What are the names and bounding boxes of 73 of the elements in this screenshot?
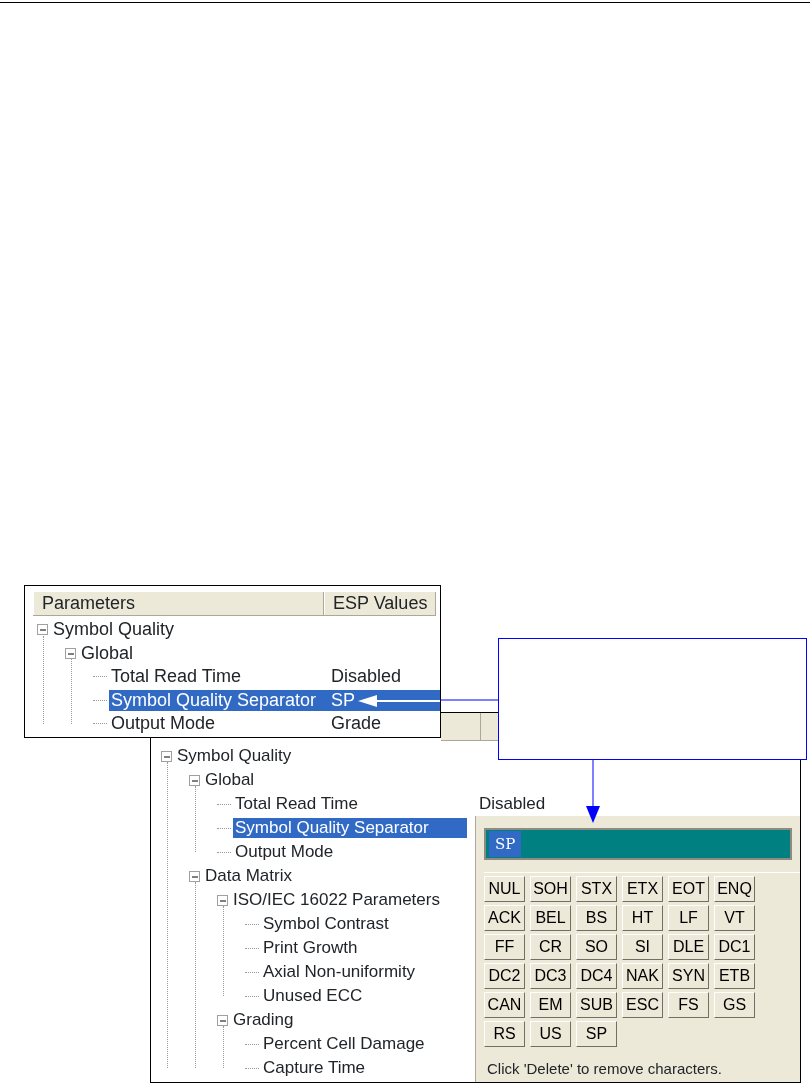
tree-item[interactable]: Unused ECC — [261, 986, 467, 1006]
tree-item[interactable]: Total Read Time Disabled — [233, 794, 800, 814]
tree-node-label[interactable]: Symbol Quality — [53, 619, 175, 641]
character-key[interactable]: RS — [484, 1021, 525, 1047]
collapse-icon[interactable] — [217, 1014, 228, 1026]
collapse-icon[interactable] — [189, 870, 200, 882]
collapse-icon[interactable] — [161, 750, 172, 762]
character-key[interactable]: SP — [576, 1021, 617, 1047]
character-key[interactable]: CAN — [484, 992, 525, 1018]
tree-node-label[interactable]: Symbol Quality — [177, 746, 292, 766]
tree-node-label[interactable]: ISO/IEC 16022 Parameters — [233, 890, 440, 910]
tree-item[interactable]: Symbol Quality Separator — [233, 818, 467, 838]
tree-item[interactable]: Percent Cell Damage — [261, 1034, 467, 1054]
column-header[interactable]: Parameters — [33, 592, 324, 615]
tree-node-label[interactable]: Grading — [233, 1010, 294, 1030]
tree-item[interactable]: Output Mode Grade — [109, 713, 440, 735]
character-key[interactable]: DC3 — [530, 963, 571, 989]
character-field[interactable]: SP — [484, 828, 792, 860]
character-key[interactable]: SYN — [668, 963, 709, 989]
character-key[interactable]: BS — [576, 905, 617, 931]
character-key[interactable]: DC1 — [714, 934, 755, 960]
collapse-icon[interactable] — [189, 774, 200, 786]
character-key[interactable]: SUB — [576, 992, 617, 1018]
character-key[interactable]: ESC — [622, 992, 663, 1018]
character-key[interactable]: GS — [714, 992, 755, 1018]
parameter-value: SP — [331, 689, 355, 711]
character-key[interactable]: STX — [576, 876, 617, 902]
tree-node-label[interactable]: Data Matrix — [205, 866, 292, 886]
callout-arrow — [586, 759, 600, 823]
character-key[interactable]: ETB — [714, 963, 755, 989]
character-key[interactable]: EM — [530, 992, 571, 1018]
parameter-label: Total Read Time — [111, 666, 243, 688]
character-key[interactable]: EOT — [668, 876, 709, 902]
character-key[interactable]: NUL — [484, 876, 525, 902]
parameter-value: Disabled — [479, 794, 546, 814]
character-key[interactable]: CR — [530, 934, 571, 960]
tree-item[interactable]: Symbol Contrast — [261, 914, 467, 934]
character-key[interactable]: ACK — [484, 905, 525, 931]
character-key[interactable]: LF — [668, 905, 709, 931]
character-key[interactable]: NAK — [622, 963, 663, 989]
tree-item[interactable]: Total Read Time Disabled — [109, 666, 440, 688]
collapse-icon[interactable] — [37, 624, 48, 636]
tree-item[interactable]: Capture Time — [261, 1058, 467, 1078]
parameter-value: Disabled — [331, 666, 402, 688]
character-key[interactable]: ENQ — [714, 876, 755, 902]
character-key[interactable]: SI — [622, 934, 663, 960]
hint-text: Click 'Delete' to remove characters. — [487, 1058, 722, 1079]
collapse-icon[interactable] — [65, 647, 76, 659]
tree-item[interactable]: Output Mode — [233, 842, 467, 862]
column-header[interactable]: ESP Values — [324, 592, 436, 615]
character-key[interactable]: SO — [576, 934, 617, 960]
collapse-icon[interactable] — [217, 894, 228, 906]
tree-item[interactable]: Symbol Quality Separator SP — [109, 689, 440, 711]
character-key[interactable]: US — [530, 1021, 571, 1047]
character-key[interactable]: ETX — [622, 876, 663, 902]
character-key[interactable]: DC2 — [484, 963, 525, 989]
parameter-label: Output Mode — [111, 713, 217, 735]
parameter-label: Symbol Quality Separator — [111, 689, 318, 711]
tree-item[interactable]: Print Growth — [261, 938, 467, 958]
character-key[interactable]: BEL — [530, 905, 571, 931]
selected-character: SP — [489, 830, 522, 858]
character-key[interactable]: VT — [714, 905, 755, 931]
character-key[interactable]: FF — [484, 934, 525, 960]
parameter-label: Total Read Time — [235, 794, 359, 814]
tree-item[interactable]: Axial Non-uniformity — [261, 962, 467, 982]
tree-node-label[interactable]: Global — [205, 770, 255, 790]
character-key[interactable]: FS — [668, 992, 709, 1018]
character-key[interactable]: DC4 — [576, 963, 617, 989]
character-key[interactable]: SOH — [530, 876, 571, 902]
parameter-value: Grade — [331, 713, 382, 735]
character-key[interactable]: DLE — [668, 934, 709, 960]
tree-node-label[interactable]: Global — [81, 642, 134, 664]
character-key[interactable]: HT — [622, 905, 663, 931]
